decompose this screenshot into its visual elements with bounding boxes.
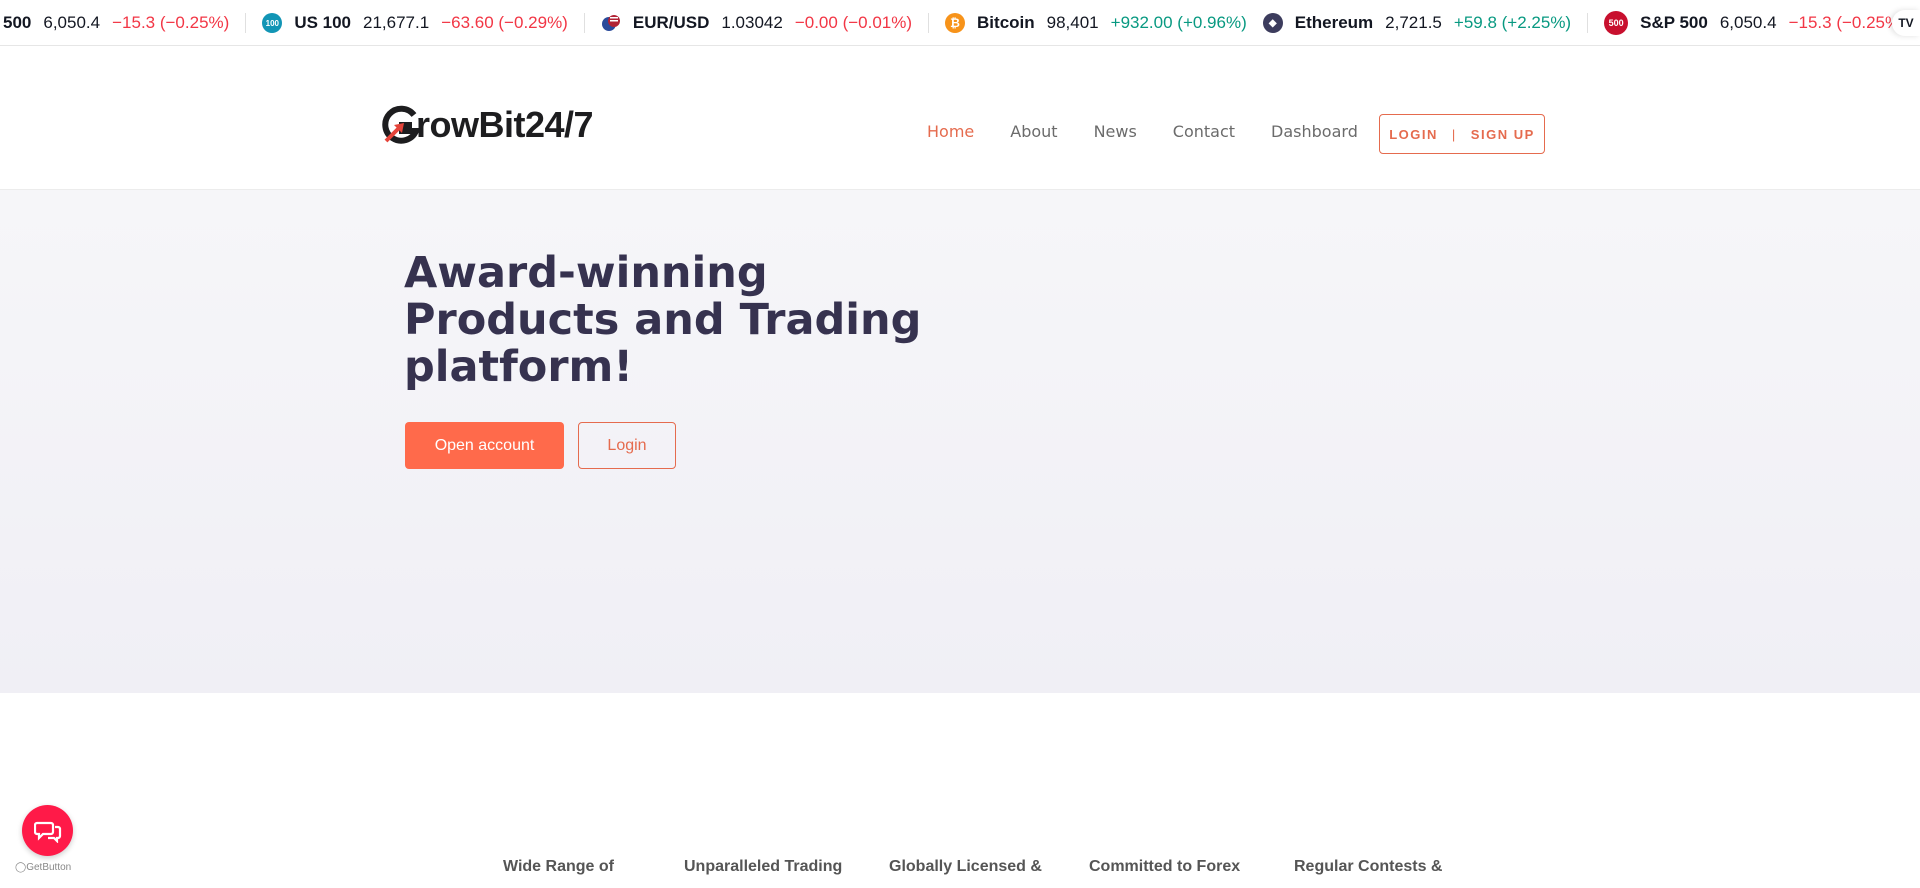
- ticker-item-sp500[interactable]: 500 S&P 500 6,050.4 −15.3 (−0.25%): [1588, 0, 1920, 45]
- getbutton-brand[interactable]: ◯GetButton: [15, 862, 71, 873]
- eu-us-flag-icon: [600, 13, 621, 33]
- ticker-price: 98,401: [1046, 13, 1099, 32]
- tradingview-logo-icon[interactable]: TV: [1892, 10, 1920, 36]
- ticker-price: 21,677.1: [363, 13, 430, 32]
- ticker-price: 6,050.4: [1719, 13, 1777, 32]
- features-row: Wide Range of Unparalleled Trading Globa…: [0, 858, 1920, 888]
- hero-title: Award-winning Products and Trading platf…: [404, 248, 922, 392]
- ticker-track: 500 6,050.4 −15.3 (−0.25%) 100 US 100 21…: [0, 0, 1920, 45]
- ticker-item-sp500-partial[interactable]: 500 6,050.4 −15.3 (−0.25%): [0, 0, 245, 45]
- ticker-item-eurusd[interactable]: EUR/USD 1.03042 −0.00 (−0.01%): [585, 0, 928, 45]
- getbutton-icon: ◯: [15, 862, 27, 873]
- chat-bubbles-icon[interactable]: [22, 805, 73, 856]
- nav-dashboard[interactable]: Dashboard: [1271, 122, 1358, 141]
- ticker-symbol: EUR/USD: [632, 13, 710, 32]
- ticker-symbol: S&P 500: [1640, 13, 1708, 32]
- getbutton-label: GetButton: [26, 862, 72, 873]
- feature-wide-range: Wide Range of: [503, 858, 614, 875]
- ticker-change: −63.60 (−0.29%): [441, 13, 568, 32]
- auth-separator: |: [1451, 126, 1457, 142]
- ticker-price: 1.03042: [721, 13, 783, 32]
- ticker-symbol: Ethereum: [1294, 13, 1374, 32]
- bitcoin-icon: ₿: [945, 13, 966, 33]
- hero-section: Award-winning Products and Trading platf…: [0, 190, 1920, 693]
- ticker-item-bitcoin[interactable]: ₿ Bitcoin 98,401 +932.00 (+0.96%): [929, 0, 1263, 45]
- logo-text: rowBit24/7: [416, 104, 594, 145]
- ticker-change: −15.3 (−0.25%): [112, 13, 230, 32]
- site-logo[interactable]: rowBit24/7: [380, 104, 594, 146]
- ticker-price: 2,721.5: [1385, 13, 1442, 32]
- nav-news[interactable]: News: [1094, 122, 1137, 141]
- nav-home[interactable]: Home: [927, 122, 974, 141]
- hero-login-button[interactable]: Login: [578, 422, 676, 469]
- ticker-price: 6,050.4: [43, 13, 101, 32]
- ethereum-icon: ◆: [1262, 13, 1283, 33]
- ticker-symbol: 500: [3, 13, 32, 32]
- feature-contests: Regular Contests &: [1294, 858, 1443, 875]
- feature-licensed: Globally Licensed &: [889, 858, 1042, 875]
- open-account-button[interactable]: Open account: [405, 422, 564, 469]
- feature-trading: Unparalleled Trading: [684, 858, 843, 875]
- ticker-item-ethereum[interactable]: ◆ Ethereum 2,721.5 +59.8 (+2.25%): [1262, 0, 1587, 45]
- ticker-change: −15.3 (−0.25%): [1788, 13, 1906, 32]
- nav-contact[interactable]: Contact: [1173, 122, 1235, 141]
- main-nav: Home About News Contact Dashboard: [927, 122, 1358, 141]
- ticker-change: +59.8 (+2.25%): [1453, 13, 1572, 32]
- site-header: rowBit24/7 Home About News Contact Dashb…: [0, 46, 1920, 190]
- growbit-logo-mark-icon: [380, 105, 421, 145]
- sp500-icon: 500: [1604, 11, 1629, 35]
- login-signup-button[interactable]: LOGIN | SIGN UP: [1379, 114, 1545, 154]
- nav-about[interactable]: About: [1010, 122, 1057, 141]
- ticker-change: −0.00 (−0.01%): [794, 13, 913, 32]
- ticker-tape: 500 6,050.4 −15.3 (−0.25%) 100 US 100 21…: [0, 0, 1920, 46]
- feature-forex: Committed to Forex: [1089, 858, 1241, 875]
- ticker-item-us100[interactable]: 100 US 100 21,677.1 −63.60 (−0.29%): [246, 0, 584, 45]
- ticker-symbol: US 100: [294, 13, 352, 32]
- ticker-change: +932.00 (+0.96%): [1110, 13, 1247, 32]
- ticker-symbol: Bitcoin: [977, 13, 1035, 32]
- header-signup-label[interactable]: SIGN UP: [1471, 127, 1535, 142]
- header-login-label[interactable]: LOGIN: [1389, 127, 1438, 142]
- us100-icon: 100: [262, 13, 283, 33]
